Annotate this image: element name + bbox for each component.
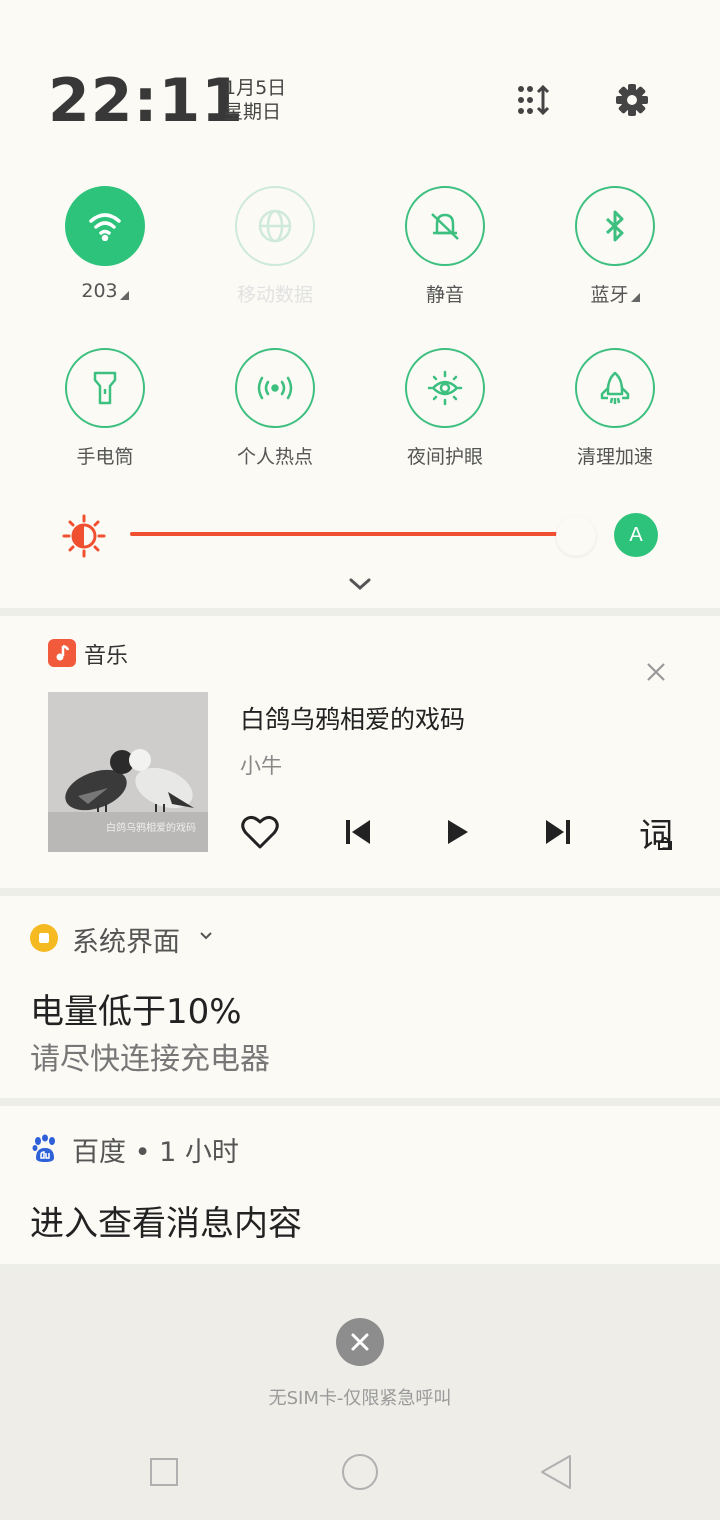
quick-settings-panel: 22:11 1月5日 星期日 203 移动数据 静音 蓝牙 手电筒 个人热点 夜… (0, 0, 720, 610)
divider (0, 608, 720, 616)
system-ui-icon (30, 924, 58, 952)
lyrics-icon[interactable]: 词 (634, 810, 678, 856)
album-art-caption: 白鸽乌鸦相爱的戏码 (106, 823, 196, 834)
date-text: 1月5日 (224, 77, 287, 99)
previous-icon[interactable] (336, 810, 380, 854)
close-icon[interactable] (642, 658, 670, 686)
back-button[interactable] (536, 1452, 576, 1492)
sim-status-text: 无SIM卡-仅限紧急呼叫 (268, 1388, 452, 1409)
toggle-label: 移动数据 (236, 284, 313, 306)
toggle-label: 清理加速 (576, 446, 653, 468)
notification-app-name: 百度 • 1 小时 (72, 1137, 239, 1168)
album-art[interactable]: 白鸽乌鸦相爱的戏码 (48, 692, 208, 852)
divider (0, 1098, 720, 1106)
hotspot-icon (235, 348, 315, 428)
baidu-paw-icon (30, 1134, 60, 1164)
eye-protect-icon (405, 348, 485, 428)
toggle-mobile-data[interactable]: 移动数据 (190, 186, 360, 326)
toggle-label: 静音 (425, 284, 464, 306)
notification-title: 进入查看消息内容 (30, 1204, 302, 1244)
toggle-label: 手电筒 (76, 446, 134, 468)
chevron-down-icon[interactable] (198, 928, 214, 944)
auto-brightness-button[interactable]: A (614, 513, 658, 557)
flashlight-icon (65, 348, 145, 428)
divider (0, 888, 720, 896)
notification-body: 请尽快连接充电器 (30, 1042, 270, 1077)
clear-all-button[interactable] (336, 1318, 384, 1366)
globe-icon (235, 186, 315, 266)
brightness-sun-icon (62, 514, 106, 558)
brightness-slider[interactable] (130, 532, 560, 536)
settings-gear-icon[interactable] (614, 82, 650, 118)
more-indicator-icon (119, 290, 129, 300)
clock[interactable]: 22:11 (48, 66, 244, 136)
toggle-label: 蓝牙 (590, 284, 629, 306)
wifi-icon (65, 186, 145, 266)
next-icon[interactable] (536, 810, 580, 854)
bell-muted-icon (405, 186, 485, 266)
toggle-bluetooth[interactable]: 蓝牙 (530, 186, 700, 326)
recents-button[interactable] (144, 1452, 184, 1492)
more-indicator-icon (630, 293, 640, 302)
toggle-mute[interactable]: 静音 (360, 186, 530, 326)
notification-title: 电量低于10% (30, 992, 242, 1032)
bluetooth-icon (575, 186, 655, 266)
chevron-down-icon[interactable] (346, 574, 374, 594)
notification-app-name: 系统界面 (72, 927, 180, 958)
play-icon[interactable] (436, 810, 480, 854)
weekday-text: 星期日 (224, 101, 282, 123)
date-block[interactable]: 1月5日 星期日 (224, 76, 286, 124)
toggle-label: 个人热点 (236, 446, 313, 468)
edit-tiles-icon[interactable] (516, 82, 552, 118)
divider (0, 1264, 720, 1272)
heart-icon[interactable] (238, 810, 282, 854)
toggle-label: 203 (81, 280, 118, 302)
home-button[interactable] (340, 1452, 380, 1492)
toggle-night-eye[interactable]: 夜间护眼 (360, 348, 530, 488)
brightness-slider-thumb[interactable] (556, 516, 596, 556)
toggle-hotspot[interactable]: 个人热点 (190, 348, 360, 488)
artist-name: 小牛 (240, 754, 282, 778)
toggle-clean-boost[interactable]: 清理加速 (530, 348, 700, 488)
music-app-name: 音乐 (84, 644, 129, 669)
bottom-bar: 无SIM卡-仅限紧急呼叫 (0, 1272, 720, 1520)
rocket-clean-icon (575, 348, 655, 428)
toggle-flashlight[interactable]: 手电筒 (20, 348, 190, 488)
song-title: 白鸽乌鸦相爱的戏码 (240, 705, 466, 734)
music-app-icon (48, 639, 76, 667)
toggle-wifi[interactable]: 203 (20, 186, 190, 326)
toggle-label: 夜间护眼 (406, 446, 483, 468)
